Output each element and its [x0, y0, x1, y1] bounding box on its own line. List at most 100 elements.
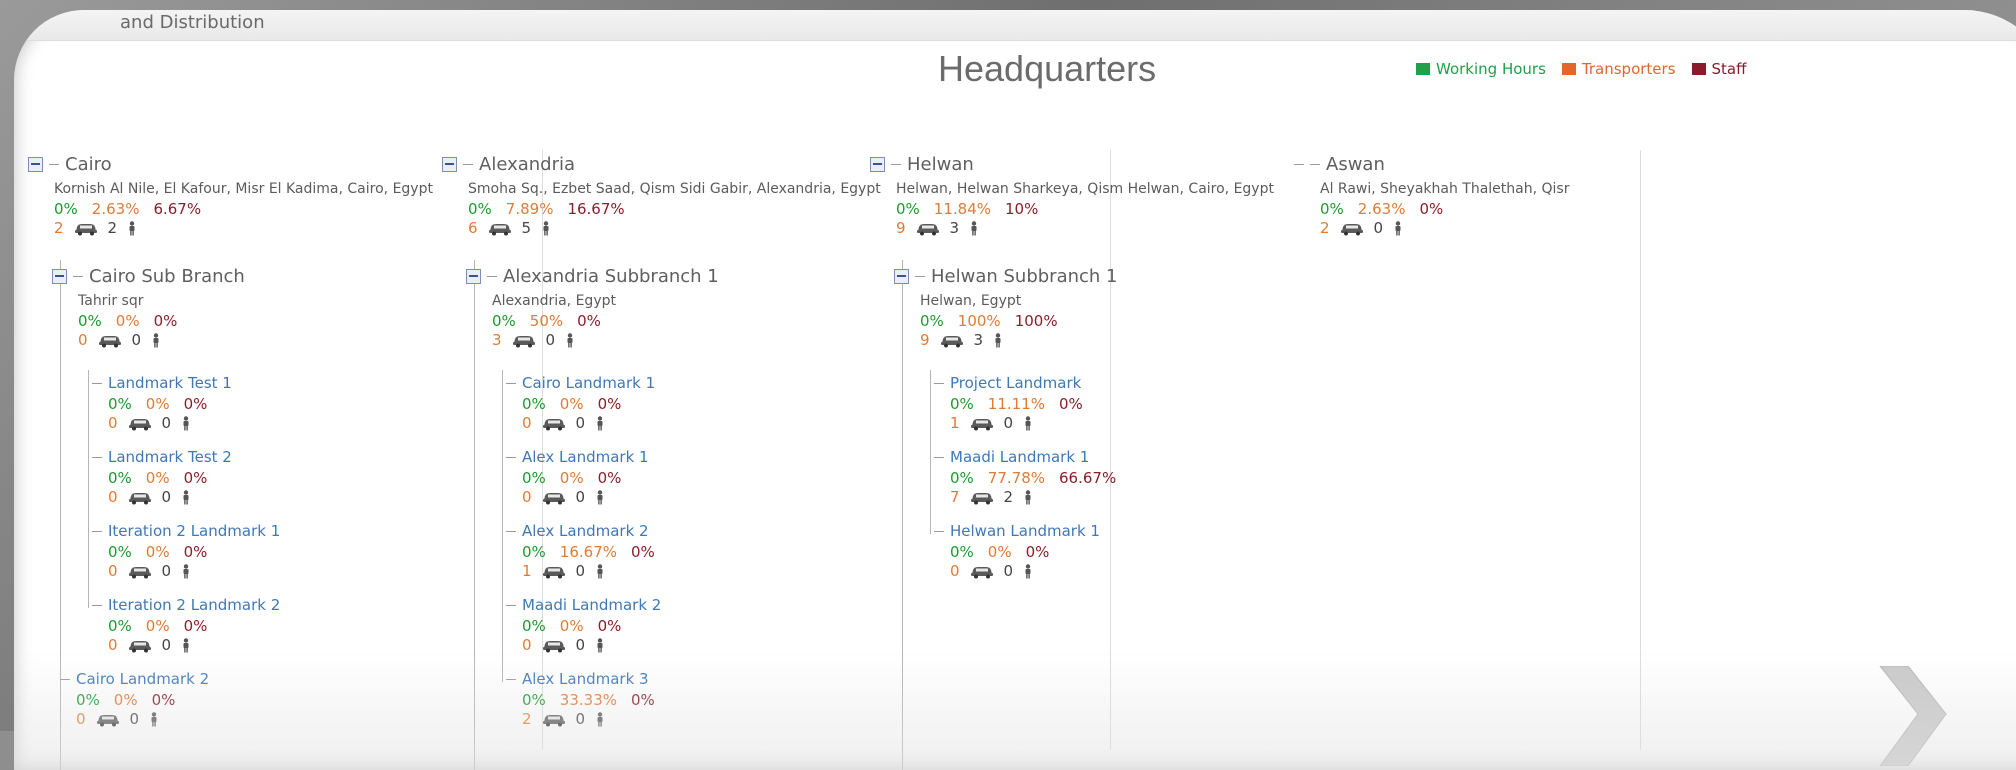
collapse-toggle-icon[interactable] — [52, 269, 67, 284]
staff-count: 0 — [575, 562, 586, 580]
landmark-details: 0% 0% 0% 0 0 — [522, 469, 649, 506]
subbranch-name[interactable]: Cairo Sub Branch — [89, 266, 245, 287]
staff-count: 0 — [161, 414, 172, 432]
landmark-header[interactable]: Helwan Landmark 1 — [934, 522, 1100, 540]
transporters-count: 6 — [468, 219, 478, 237]
transporters-count: 0 — [522, 488, 532, 506]
staff-percent: 6.67% — [153, 200, 202, 218]
staff-count: 0 — [575, 636, 586, 654]
staff-percent: 0% — [577, 312, 601, 330]
subbranch-node: Cairo Sub Branch Tahrir sqr 0% 0% 0% 0 0 — [52, 266, 245, 349]
counts-row: 00 — [76, 710, 209, 728]
branch-name[interactable]: Alexandria — [479, 154, 575, 175]
branch-name[interactable]: Helwan — [907, 154, 974, 175]
branch-name[interactable]: Cairo — [65, 154, 112, 175]
landmark-header[interactable]: Project Landmark — [934, 374, 1097, 392]
legend-item-staff: Staff — [1691, 60, 1746, 78]
tree-connector — [92, 530, 102, 532]
working-hours-percent: 0% — [522, 543, 546, 561]
transporters-count: 0 — [108, 636, 118, 654]
branch-name[interactable]: Aswan — [1326, 154, 1385, 175]
landmark-name[interactable]: Cairo Landmark 1 — [522, 374, 655, 392]
collapse-toggle-icon[interactable] — [466, 269, 481, 284]
landmark-details: 0% 11.11% 0% 1 0 — [950, 395, 1097, 432]
working-hours-percent: 0% — [78, 312, 102, 330]
subbranch-address: Alexandria, Egypt — [492, 293, 616, 309]
tree-connector — [60, 678, 70, 680]
landmark-node: Landmark Test 2 0% 0% 0% 0 0 — [92, 448, 232, 506]
transporters-percent: 0% — [559, 469, 584, 487]
landmark-name[interactable]: Alex Landmark 2 — [522, 522, 649, 540]
landmark-header[interactable]: Alex Landmark 2 — [506, 522, 669, 540]
working-hours-percent: 0% — [108, 395, 132, 413]
landmark-header[interactable]: Iteration 2 Landmark 2 — [92, 596, 280, 614]
landmark-node: Cairo Landmark 2 0% 0% 0% 0 0 — [60, 670, 209, 728]
percent-row: 0% 11.11% 0% — [950, 395, 1097, 413]
collapse-toggle-icon[interactable] — [894, 269, 909, 284]
landmark-header[interactable]: Maadi Landmark 2 — [506, 596, 661, 614]
branch-header[interactable]: Alexandria — [442, 154, 881, 175]
subbranch-details: Helwan, Egypt 0% 100% 100% 9 3 — [920, 293, 1118, 349]
staff-percent: 100% — [1014, 312, 1058, 330]
landmark-header[interactable]: Maadi Landmark 1 — [934, 448, 1130, 466]
landmark-details: 0% 33.33% 0% 2 0 — [522, 691, 669, 728]
person-icon — [1025, 415, 1031, 430]
percent-row: 0% 0% 0% — [78, 312, 245, 330]
legend: Working Hours Transporters Staff — [1416, 60, 1746, 78]
landmark-name[interactable]: Cairo Landmark 2 — [76, 670, 209, 688]
collapse-toggle-icon[interactable] — [870, 157, 885, 172]
percent-row: 0% 0% 0% — [76, 691, 209, 709]
landmark-header[interactable]: Landmark Test 2 — [92, 448, 232, 466]
landmark-header[interactable]: Landmark Test 1 — [92, 374, 232, 392]
legend-swatch-transporters — [1561, 63, 1576, 75]
next-arrow-icon[interactable] — [1878, 666, 1948, 766]
top-bar: and Distribution — [14, 10, 2016, 41]
branch-header[interactable]: Cairo — [28, 154, 433, 175]
counts-row: 20 — [1320, 219, 1569, 237]
landmark-name[interactable]: Maadi Landmark 2 — [522, 596, 661, 614]
landmark-node: Helwan Landmark 1 0% 0% 0% 0 0 — [934, 522, 1100, 580]
branch-node-helwan: Helwan Helwan, Helwan Sharkeya, Qism Helw… — [870, 154, 1274, 237]
subbranch-header[interactable]: Alexandria Subbranch 1 — [466, 266, 719, 287]
car-icon — [488, 223, 511, 235]
landmark-node: Alex Landmark 2 0% 16.67% 0% 1 0 — [506, 522, 669, 580]
landmark-header[interactable]: Cairo Landmark 2 — [60, 670, 209, 688]
landmark-header[interactable]: Alex Landmark 1 — [506, 448, 649, 466]
landmark-name[interactable]: Maadi Landmark 1 — [950, 448, 1089, 466]
staff-percent: 0% — [597, 395, 622, 413]
branch-address: Kornish Al Nile, El Kafour, Misr El Kadi… — [54, 181, 433, 197]
landmark-name[interactable]: Alex Landmark 1 — [522, 448, 649, 466]
transporters-percent: 0% — [115, 312, 140, 330]
person-icon — [971, 220, 977, 235]
landmark-name[interactable]: Iteration 2 Landmark 2 — [108, 596, 280, 614]
landmark-name[interactable]: Landmark Test 1 — [108, 374, 232, 392]
landmark-header[interactable]: Iteration 2 Landmark 1 — [92, 522, 280, 540]
branch-details: Smoha Sq., Ezbet Saad, Qism Sidi Gabir, … — [468, 181, 881, 237]
counts-row: 30 — [492, 331, 719, 349]
person-icon — [1025, 489, 1031, 504]
percent-row: 0% 11.84% 10% — [896, 200, 1274, 218]
person-icon — [1025, 563, 1031, 578]
branch-header[interactable]: Helwan — [870, 154, 1274, 175]
subbranch-header[interactable]: Cairo Sub Branch — [52, 266, 245, 287]
branch-header[interactable]: Aswan — [1294, 154, 1569, 175]
counts-row: 22 — [54, 219, 433, 237]
landmark-name[interactable]: Iteration 2 Landmark 1 — [108, 522, 280, 540]
landmark-name[interactable]: Project Landmark — [950, 374, 1081, 392]
subbranch-name[interactable]: Helwan Subbranch 1 — [931, 266, 1118, 287]
landmark-name[interactable]: Helwan Landmark 1 — [950, 522, 1100, 540]
landmark-header[interactable]: Cairo Landmark 1 — [506, 374, 655, 392]
landmark-name[interactable]: Alex Landmark 3 — [522, 670, 649, 688]
collapse-toggle-icon[interactable] — [442, 157, 457, 172]
subbranch-address: Helwan, Egypt — [920, 293, 1022, 309]
landmark-node: Project Landmark 0% 11.11% 0% 1 0 — [934, 374, 1097, 432]
collapse-toggle-icon[interactable] — [28, 157, 43, 172]
landmark-name[interactable]: Landmark Test 2 — [108, 448, 232, 466]
landmark-header[interactable]: Alex Landmark 3 — [506, 670, 669, 688]
staff-percent: 10% — [1005, 200, 1039, 218]
staff-count: 3 — [949, 219, 960, 237]
percent-row: 0% 0% 0% — [108, 469, 232, 487]
subbranch-name[interactable]: Alexandria Subbranch 1 — [503, 266, 719, 287]
app-title: and Distribution — [120, 12, 265, 33]
subbranch-header[interactable]: Helwan Subbranch 1 — [894, 266, 1118, 287]
